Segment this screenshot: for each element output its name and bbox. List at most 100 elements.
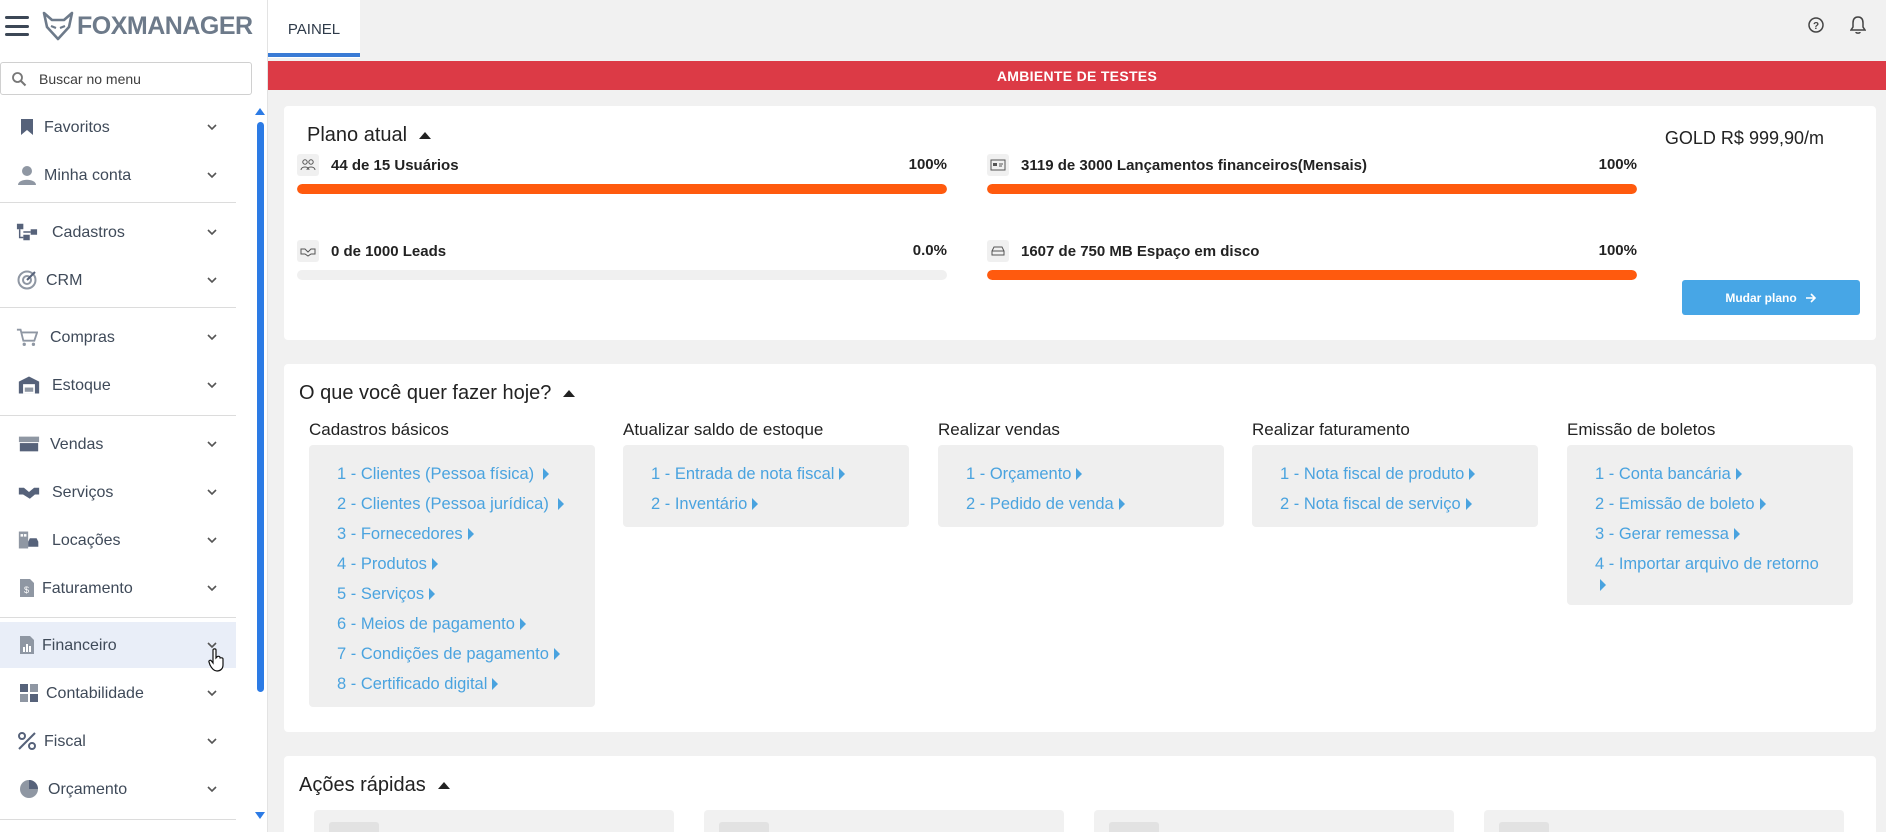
sidebar-item-contabilidade[interactable]: Contabilidade — [0, 670, 236, 716]
link-item[interactable]: 6 - Meios de pagamento — [337, 609, 595, 639]
link-item[interactable]: 1 - Clientes (Pessoa física) — [337, 459, 595, 489]
link-text: 2 - Inventário — [651, 494, 748, 513]
link-item[interactable]: 2 - Nota fiscal de serviço — [1280, 489, 1538, 519]
link-item[interactable]: 1 - Entrada de nota fiscal — [651, 459, 909, 489]
sidebar-item-label: Financeiro — [42, 637, 117, 654]
link-item[interactable]: 5 - Serviços — [337, 579, 595, 609]
caret-right-icon — [1759, 498, 1766, 510]
sidebar-item-cadastros[interactable]: Cadastros — [0, 209, 236, 255]
collapse-caret-icon[interactable] — [563, 390, 576, 397]
user-icon — [16, 164, 38, 186]
column-title: Realizar vendas — [938, 420, 1060, 439]
sidebar-item-label: Orçamento — [48, 781, 128, 798]
caret-right-icon — [557, 498, 564, 510]
caret-right-icon — [431, 558, 438, 570]
search-icon — [12, 71, 27, 86]
quick-action-tile[interactable] — [1094, 810, 1454, 832]
sidebar-item-minha-conta[interactable]: Minha conta — [0, 152, 236, 198]
link-item[interactable]: 1 - Nota fiscal de produto — [1280, 459, 1538, 489]
menu-divider — [0, 307, 236, 308]
usage-bar-fill — [987, 270, 1637, 280]
link-item[interactable]: 2 - Pedido de venda — [966, 489, 1224, 519]
link-text: 6 - Meios de pagamento — [337, 614, 515, 633]
quick-action-tile[interactable] — [1484, 810, 1844, 832]
link-text: 1 - Entrada de nota fiscal — [651, 464, 835, 483]
column-links: 1 - Clientes (Pessoa física) 2 - Cliente… — [309, 445, 595, 707]
usage-percent: 100% — [1598, 156, 1637, 173]
quick-actions-title-text: Ações rápidas — [299, 774, 426, 796]
link-item[interactable]: 3 - Fornecedores — [337, 519, 595, 549]
sidebar-item-favoritos[interactable]: Favoritos — [0, 104, 236, 150]
sidebar: FOXMANAGER Favoritos Minha conta — [0, 0, 268, 832]
fox-logo-icon — [42, 11, 74, 41]
sidebar-item-crm[interactable]: CRM — [0, 257, 236, 303]
tab-painel[interactable]: PAINEL — [268, 0, 360, 58]
link-item[interactable]: 8 - Certificado digital — [337, 669, 595, 699]
sidebar-item-label: Vendas — [50, 436, 104, 453]
sidebar-item-locacoes[interactable]: Locações — [0, 517, 236, 563]
collapse-caret-icon[interactable] — [437, 782, 450, 789]
caret-right-icon — [1733, 528, 1740, 540]
plan-title-text: Plano atual — [307, 124, 408, 146]
link-item[interactable]: 4 - Produtos — [337, 549, 595, 579]
menu-divider — [0, 202, 236, 203]
quick-action-tile[interactable] — [314, 810, 674, 832]
change-plan-button[interactable]: Mudar plano — [1682, 280, 1860, 315]
logo-row: FOXMANAGER — [0, 0, 268, 52]
target-icon — [16, 269, 38, 291]
link-text: 1 - Conta bancária — [1595, 464, 1731, 483]
search-input[interactable] — [39, 70, 239, 87]
sidebar-item-faturamento[interactable]: $ Faturamento — [0, 565, 236, 611]
card-icon — [987, 154, 1009, 176]
help-icon[interactable]: ? — [1806, 15, 1826, 35]
brand-logo[interactable]: FOXMANAGER — [41, 9, 253, 43]
link-text: 7 - Condições de pagamento — [337, 644, 549, 663]
top-bar: PAINEL ? — [268, 0, 1886, 60]
quick-action-placeholder — [329, 822, 379, 832]
caret-right-icon — [492, 678, 499, 690]
column-realizar-vendas: Realizar vendas 1 - Orçamento 2 - Pedido… — [938, 420, 1224, 527]
usage-bar — [297, 184, 947, 194]
link-text: 1 - Orçamento — [966, 464, 1072, 483]
sidebar-scrollbar[interactable] — [257, 122, 264, 692]
link-item[interactable]: 3 - Gerar remessa — [1595, 519, 1853, 549]
sidebar-item-compras[interactable]: Compras — [0, 314, 236, 360]
collapse-caret-icon[interactable] — [419, 132, 432, 139]
cart-icon — [16, 326, 38, 348]
quick-action-tile[interactable] — [704, 810, 1064, 832]
link-item[interactable]: 2 - Inventário — [651, 489, 909, 519]
sidebar-item-servicos[interactable]: Serviços — [0, 469, 236, 515]
sidebar-item-label: CRM — [46, 272, 83, 289]
building-car-icon — [18, 529, 40, 551]
link-item[interactable]: 1 - Conta bancária — [1595, 459, 1853, 489]
warehouse-icon — [18, 374, 40, 396]
link-item[interactable]: 7 - Condições de pagamento — [337, 639, 595, 669]
column-cadastros-basicos: Cadastros básicos 1 - Clientes (Pessoa f… — [309, 420, 595, 707]
bell-icon[interactable] — [1848, 15, 1868, 35]
usage-percent: 100% — [1598, 242, 1637, 259]
link-item[interactable]: 2 - Emissão de boleto — [1595, 489, 1853, 519]
sidebar-item-fiscal[interactable]: Fiscal — [0, 718, 236, 764]
column-emissao-boletos: Emissão de boletos 1 - Conta bancária 2 … — [1567, 420, 1853, 605]
scroll-down-arrow[interactable] — [255, 812, 265, 819]
link-item[interactable]: 2 - Clientes (Pessoa jurídica) — [337, 489, 595, 519]
scroll-up-arrow[interactable] — [255, 108, 265, 115]
sidebar-item-estoque[interactable]: Estoque — [0, 362, 236, 408]
quick-action-placeholder — [1499, 822, 1549, 832]
link-item[interactable]: 4 - Importar arquivo de retorno — [1595, 553, 1853, 597]
sidebar-item-orcamento[interactable]: Orçamento — [0, 766, 236, 812]
change-plan-label: Mudar plano — [1725, 290, 1797, 305]
todo-card: O que você quer fazer hoje? Cadastros bá… — [284, 364, 1876, 732]
sidebar-item-label: Locações — [52, 532, 121, 549]
link-text: 1 - Nota fiscal de produto — [1280, 464, 1465, 483]
chevron-down-icon — [207, 786, 217, 793]
hamburger-menu-icon[interactable] — [5, 16, 29, 36]
sidebar-item-vendas[interactable]: Vendas — [0, 421, 236, 467]
usage-label: 44 de 15 Usuários — [331, 157, 459, 174]
chevron-down-icon — [207, 172, 217, 179]
menu-divider — [0, 819, 236, 820]
svg-text:?: ? — [1813, 21, 1819, 32]
link-item[interactable]: 1 - Orçamento — [966, 459, 1224, 489]
sidebar-item-financeiro[interactable]: Financeiro — [0, 622, 236, 668]
sidebar-item-label: Fiscal — [44, 733, 86, 750]
